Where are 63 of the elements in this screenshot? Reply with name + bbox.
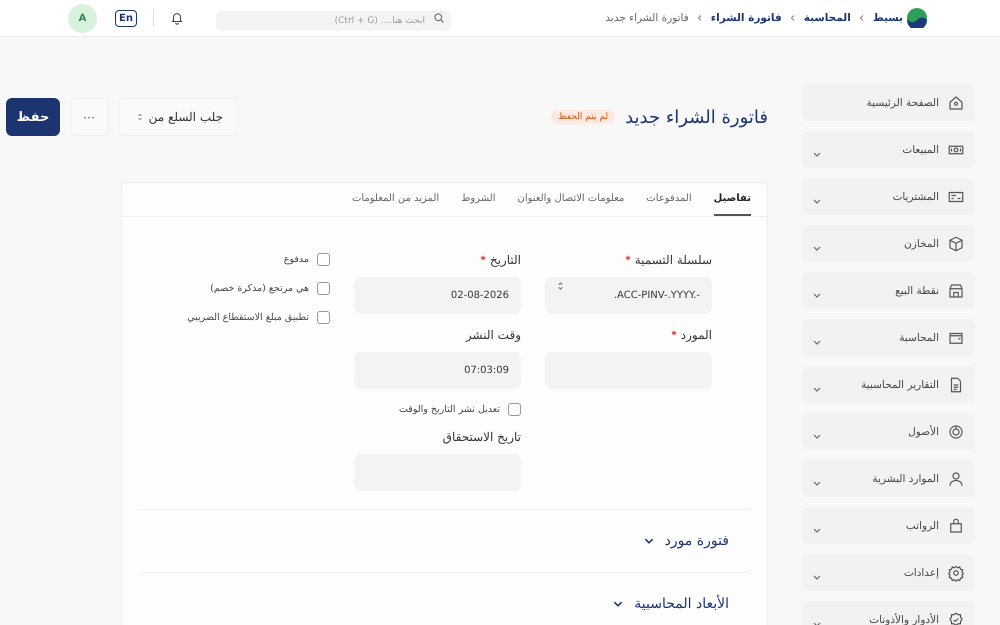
section-title[interactable]: الأبعاد المحاسبية	[634, 596, 729, 612]
search-field[interactable]: ابحث هنا.... (Ctrl + G)	[216, 11, 451, 31]
sidebar-item[interactable]: التقارير المحاسبية	[802, 366, 975, 403]
sidebar-item[interactable]: المحاسبة	[802, 319, 975, 356]
tab[interactable]: المزيد من المعلومات	[352, 183, 440, 216]
field-label: تاريخ الاستحقاق	[442, 430, 521, 444]
section-title[interactable]: فتورة مورد	[664, 533, 729, 549]
sidebar-item[interactable]: المبيعات	[802, 131, 975, 168]
chevron-icon	[696, 14, 703, 22]
checkbox[interactable]	[317, 311, 330, 324]
sidebar-item[interactable]: الأدوار والأذونات	[802, 601, 975, 625]
sidebar-item[interactable]: نقطة البيع	[802, 272, 975, 309]
search-icon	[432, 12, 445, 24]
sidebar-item[interactable]: الصفحة الرئيسية	[802, 84, 975, 121]
checkbox[interactable]	[317, 253, 330, 266]
sidebar-item[interactable]: الأصول	[802, 413, 975, 450]
sidebar-item[interactable]: الموارد البشرية	[802, 460, 975, 497]
field-label: التاريخ	[490, 253, 521, 267]
checkbox[interactable]	[317, 282, 330, 295]
input-field[interactable]: 07:03:09	[354, 352, 521, 389]
brand-name[interactable]: بسيط	[872, 12, 903, 24]
bell-icon[interactable]	[170, 11, 184, 25]
sidebar-item[interactable]: المخازن	[802, 225, 975, 262]
menu-icon	[947, 94, 965, 112]
user-avatar[interactable]: A	[68, 4, 97, 32]
menu-icon	[947, 282, 965, 300]
chevron-icon	[790, 14, 796, 22]
checkbox-label: تطبيق مبلغ الاستقطاع الضريبي	[187, 312, 309, 323]
field-label: المورد	[680, 328, 712, 342]
logo-icon	[907, 8, 927, 28]
tab[interactable]: المدفوعات	[646, 183, 692, 216]
sidebar-item[interactable]: المشتريات	[802, 178, 975, 215]
checkbox[interactable]	[508, 403, 521, 416]
menu-icon	[947, 234, 965, 252]
checkbox-label: تعديل نشر التاريخ والوقت	[398, 404, 500, 415]
menu-icon	[947, 422, 965, 440]
menu-icon	[947, 564, 965, 582]
tab[interactable]: معلومات الاتصال والعنوان	[518, 183, 624, 216]
sort-icon	[136, 112, 143, 122]
menu-icon	[947, 470, 965, 488]
tab[interactable]: الشروط	[461, 183, 496, 216]
checkbox-label: هي مرتجع (مذكرة خصم)	[210, 283, 309, 294]
breadcrumb-link[interactable]: فاتورة الشراء جديد	[605, 12, 689, 24]
breadcrumb-link[interactable]: المحاسبة	[804, 12, 851, 24]
breadcrumb-link[interactable]: فاتورة الشراء	[710, 12, 782, 24]
sidebar-item[interactable]: الرواتب	[802, 507, 975, 544]
sort-icon	[557, 280, 564, 292]
get-items-select[interactable]: جلب السلع من	[118, 98, 238, 136]
more-button[interactable]: ···	[70, 98, 108, 136]
input-field[interactable]: .ACC-PINV-.YYYY.-	[545, 277, 712, 314]
sidebar-item[interactable]: إعدادات	[802, 554, 975, 591]
menu-icon	[947, 610, 965, 625]
language-button[interactable]: En	[115, 10, 137, 26]
menu-icon	[947, 516, 965, 534]
chevron-icon	[858, 14, 865, 22]
checkbox-label: مدفوع	[284, 254, 309, 265]
input-field[interactable]: 02-08-2026	[354, 277, 521, 314]
field-label: سلسلة التسمية	[634, 253, 712, 267]
page-title: فاتورة الشراء جديد	[625, 106, 768, 128]
status-badge: لم يتم الحفظ	[551, 110, 616, 124]
field-label: وقت النشر	[466, 328, 521, 342]
save-button[interactable]: حفظ	[6, 98, 60, 136]
tab[interactable]: تفاصيل	[714, 183, 751, 216]
